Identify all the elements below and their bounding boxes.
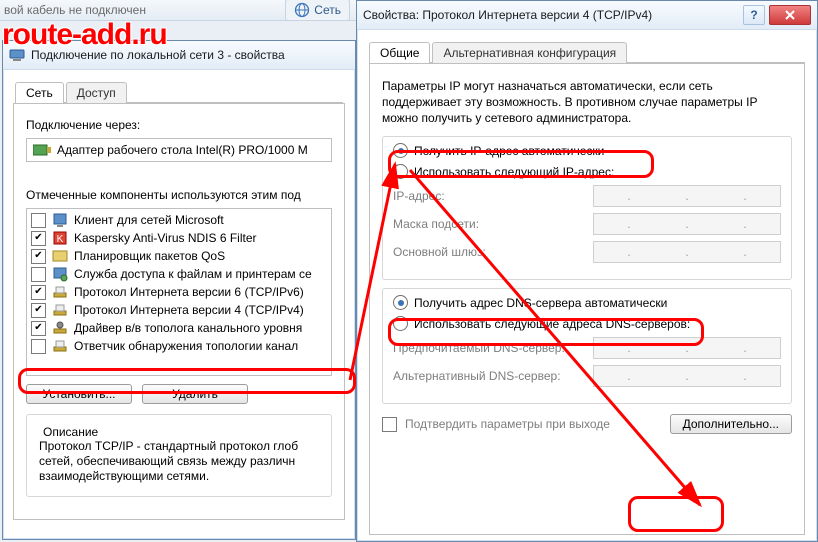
- globe-icon: [294, 2, 310, 18]
- component-checkbox[interactable]: [31, 231, 46, 246]
- component-item[interactable]: Протокол Интернета версии 6 (TCP/IPv6): [27, 283, 331, 301]
- lan-tab-body: Подключение через: Адаптер рабочего стол…: [13, 103, 345, 520]
- install-button[interactable]: Установить...: [26, 384, 132, 404]
- component-label: Протокол Интернета версии 4 (TCP/IPv4): [74, 303, 304, 317]
- gateway-label: Основной шлюз:: [393, 245, 593, 259]
- dns-alt-field: ...: [593, 365, 781, 387]
- lan-tabs: Сеть Доступ: [9, 76, 349, 103]
- component-checkbox[interactable]: [31, 339, 46, 354]
- component-icon: [52, 338, 68, 354]
- component-item[interactable]: K Kaspersky Anti-Virus NDIS 6 Filter: [27, 229, 331, 247]
- component-label: Kaspersky Anti-Virus NDIS 6 Filter: [74, 231, 257, 245]
- component-icon: [52, 302, 68, 318]
- radio-ip-manual[interactable]: [393, 164, 408, 179]
- component-icon: [52, 320, 68, 336]
- ip-address-label: IP-адрес:: [393, 189, 593, 203]
- watermark-text: route-add.ru: [2, 18, 167, 52]
- dns-pref-field: ...: [593, 337, 781, 359]
- confirm-on-exit-label: Подтвердить параметры при выходе: [405, 417, 610, 431]
- radio-dns-manual[interactable]: [393, 316, 408, 331]
- component-item[interactable]: Ответчик обнаружения топологии канал: [27, 337, 331, 355]
- ipv4-titlebar: Свойства: Протокол Интернета версии 4 (T…: [357, 1, 817, 30]
- advanced-button[interactable]: Дополнительно...: [670, 414, 792, 434]
- close-icon: [784, 10, 796, 20]
- component-icon: [52, 248, 68, 264]
- ip-group: Получить IP-адрес автоматически Использо…: [382, 136, 792, 280]
- radio-dns-auto-label: Получить адрес DNS-сервера автоматически: [414, 296, 667, 310]
- adapter-name: Адаптер рабочего стола Intel(R) PRO/1000…: [57, 143, 308, 157]
- network-button[interactable]: Сеть: [285, 0, 350, 21]
- component-icon: K: [52, 230, 68, 246]
- svg-text:K: K: [57, 234, 64, 245]
- ipv4-title: Свойства: Протокол Интернета версии 4 (T…: [363, 8, 739, 22]
- network-button-label: Сеть: [314, 1, 341, 19]
- subnet-mask-label: Маска подсети:: [393, 217, 593, 231]
- connect-via-label: Подключение через:: [26, 118, 332, 132]
- component-checkbox[interactable]: [31, 303, 46, 318]
- component-checkbox[interactable]: [31, 249, 46, 264]
- component-item[interactable]: Протокол Интернета версии 4 (TCP/IPv4): [27, 301, 331, 319]
- dns-group: Получить адрес DNS-сервера автоматически…: [382, 288, 792, 404]
- lan-properties-window: Подключение по локальной сети 3 - свойст…: [2, 40, 356, 540]
- ipv4-info-text: Параметры IP могут назначаться автоматич…: [382, 78, 792, 126]
- component-label: Ответчик обнаружения топологии канал: [74, 339, 298, 353]
- component-label: Драйвер в/в тополога канального уровня: [74, 321, 302, 335]
- radio-dns-manual-label: Использовать следующие адреса DNS-сервер…: [414, 317, 690, 331]
- radio-ip-auto-label: Получить IP-адрес автоматически: [414, 144, 604, 158]
- gateway-field: ...: [593, 241, 781, 263]
- component-icon: [52, 266, 68, 282]
- description-group: Описание Протокол TCP/IP - стандартный п…: [26, 414, 332, 497]
- component-label: Клиент для сетей Microsoft: [74, 213, 224, 227]
- ipv4-tab-body: Параметры IP могут назначаться автоматич…: [369, 63, 805, 535]
- radio-ip-auto[interactable]: [393, 143, 408, 158]
- help-button[interactable]: ?: [743, 5, 765, 25]
- component-item[interactable]: Планировщик пакетов QoS: [27, 247, 331, 265]
- component-checkbox[interactable]: [31, 213, 46, 228]
- component-label: Протокол Интернета версии 6 (TCP/IPv6): [74, 285, 304, 299]
- ipv4-properties-window: Свойства: Протокол Интернета версии 4 (T…: [356, 0, 818, 542]
- components-label: Отмеченные компоненты используются этим …: [26, 188, 332, 202]
- component-item[interactable]: Драйвер в/в тополога канального уровня: [27, 319, 331, 337]
- component-checkbox[interactable]: [31, 285, 46, 300]
- dns-pref-label: Предпочитаемый DNS-сервер:: [393, 341, 593, 355]
- description-legend: Описание: [39, 425, 102, 439]
- dns-alt-label: Альтернативный DNS-сервер:: [393, 369, 593, 383]
- nic-icon: [33, 143, 51, 157]
- component-item[interactable]: Клиент для сетей Microsoft: [27, 211, 331, 229]
- component-label: Планировщик пакетов QoS: [74, 249, 225, 263]
- component-icon: [52, 212, 68, 228]
- subnet-mask-field: ...: [593, 213, 781, 235]
- status-text: вой кабель не подключен: [4, 1, 146, 19]
- component-label: Служба доступа к файлам и принтерам се: [74, 267, 312, 281]
- component-checkbox[interactable]: [31, 321, 46, 336]
- component-item[interactable]: Служба доступа к файлам и принтерам се: [27, 265, 331, 283]
- radio-ip-manual-label: Использовать следующий IP-адрес:: [414, 165, 614, 179]
- close-button[interactable]: [769, 5, 811, 25]
- components-list[interactable]: Клиент для сетей Microsoft K Kaspersky Ant…: [26, 208, 332, 376]
- tab-alt-config[interactable]: Альтернативная конфигурация: [432, 42, 627, 63]
- tab-network[interactable]: Сеть: [15, 82, 64, 103]
- uninstall-button[interactable]: Удалить: [142, 384, 248, 404]
- tab-access[interactable]: Доступ: [66, 82, 127, 103]
- component-icon: [52, 284, 68, 300]
- tab-general[interactable]: Общие: [369, 42, 430, 63]
- confirm-on-exit-checkbox[interactable]: [382, 417, 397, 432]
- ipv4-tabs: Общие Альтернативная конфигурация: [363, 36, 811, 63]
- description-text: Протокол TCP/IP - стандартный протокол г…: [39, 439, 319, 484]
- radio-dns-auto[interactable]: [393, 295, 408, 310]
- adapter-field[interactable]: Адаптер рабочего стола Intel(R) PRO/1000…: [26, 138, 332, 162]
- ip-address-field: ...: [593, 185, 781, 207]
- component-checkbox[interactable]: [31, 267, 46, 282]
